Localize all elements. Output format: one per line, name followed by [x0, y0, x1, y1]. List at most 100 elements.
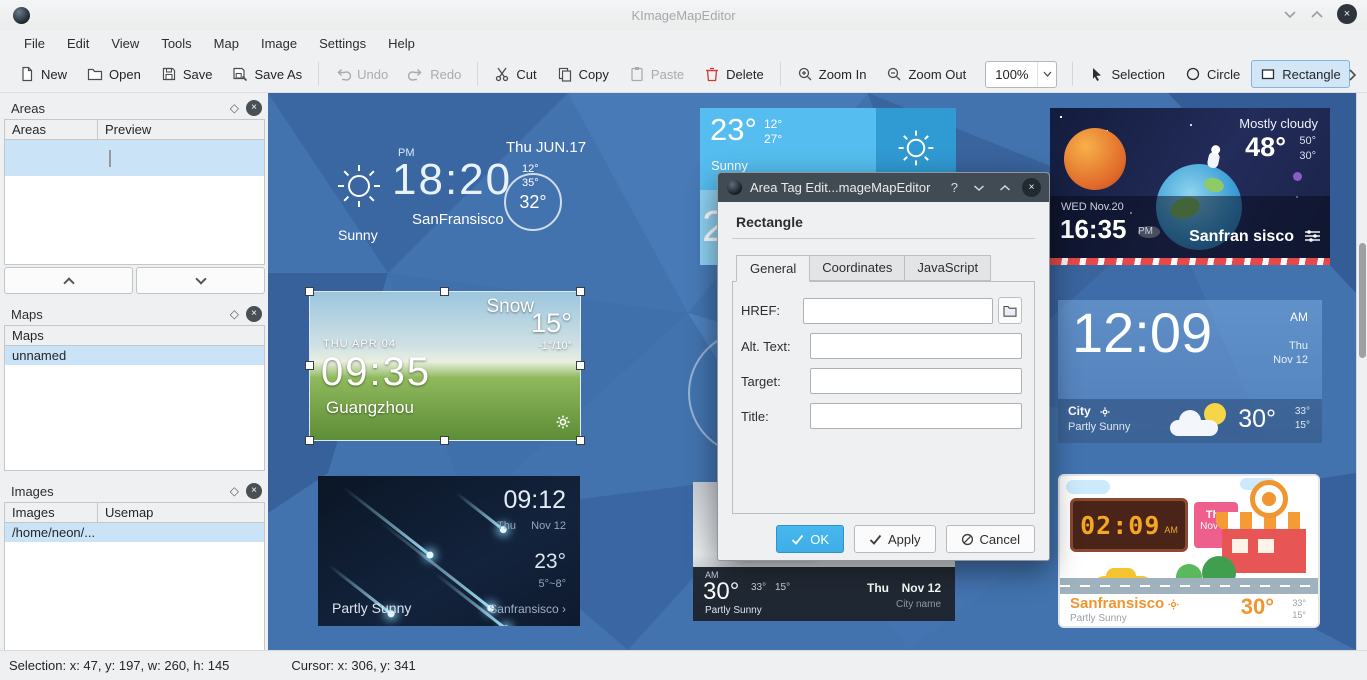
date-label: THU APR 04	[323, 338, 396, 350]
menu-file[interactable]: File	[13, 32, 56, 55]
zoom-level-combobox[interactable]: 100%	[985, 61, 1057, 88]
toolbar-overflow-button[interactable]	[1341, 63, 1363, 87]
area-preview-thumbnail	[109, 150, 111, 167]
chevron-down-icon	[195, 273, 206, 284]
clock-time: 09:12	[503, 486, 566, 515]
cancel-button[interactable]: Cancel	[946, 525, 1035, 553]
dialog-help-button[interactable]: ?	[947, 180, 962, 195]
menu-settings[interactable]: Settings	[308, 32, 377, 55]
selection-handle-nw[interactable]	[305, 287, 314, 296]
dialog-close-button[interactable]: ×	[1022, 178, 1041, 197]
settings-sliders-icon	[1305, 230, 1320, 245]
weather-widget-sanfransisco-clock[interactable]: PM 18:20 Thu JUN.17 12° 35° 32° SanFrans…	[308, 111, 598, 261]
tab-javascript[interactable]: JavaScript	[904, 255, 991, 281]
cut-button[interactable]: Cut	[485, 60, 545, 88]
close-panel-button[interactable]: ×	[246, 100, 262, 116]
undo-button[interactable]: Undo	[326, 60, 397, 88]
statusbar: Selection: x: 47, y: 197, w: 260, h: 145…	[0, 650, 1367, 680]
date-label: Nov 12	[902, 581, 941, 595]
menu-tools[interactable]: Tools	[150, 32, 202, 55]
city-label: Guangzhou	[326, 398, 414, 418]
close-panel-button[interactable]: ×	[246, 483, 262, 499]
weather-widget-planet[interactable]: Mostly cloudy 48° 50° 30° WED Nov.20 16:…	[1050, 108, 1330, 265]
area-list-item[interactable]	[5, 140, 264, 176]
selection-handle-ne[interactable]	[576, 287, 585, 296]
target-input[interactable]	[810, 368, 1022, 394]
selection-handle-w[interactable]	[305, 361, 314, 370]
dialog-app-icon	[727, 180, 742, 195]
href-browse-button[interactable]	[998, 297, 1022, 324]
close-panel-button[interactable]: ×	[246, 306, 262, 322]
dialog-maximize-button[interactable]	[996, 184, 1014, 192]
weather-widget-cartoon[interactable]: 02:09 AM Thu Nov 12 Sanfransisco Partly …	[1058, 474, 1320, 628]
title-input[interactable]	[810, 403, 1022, 429]
circle-shape-icon	[1185, 66, 1201, 82]
apply-button[interactable]: Apply	[854, 525, 936, 553]
menu-view[interactable]: View	[100, 32, 150, 55]
minimize-button[interactable]	[1283, 9, 1297, 19]
selection-handle-e[interactable]	[576, 361, 585, 370]
high-temp: 33°	[1292, 598, 1306, 608]
save-as-button[interactable]: Save As	[223, 60, 311, 88]
city-label: City name	[896, 599, 941, 610]
weather-widget-overlay-clock[interactable]: 12:09 AM Thu Nov 12 City Partly Sunny 30…	[1058, 300, 1322, 443]
circle-tool-button[interactable]: Circle	[1176, 60, 1249, 88]
window-titlebar[interactable]: KImageMapEditor ×	[0, 0, 1367, 30]
tab-coordinates[interactable]: Coordinates	[809, 255, 905, 281]
copy-icon	[557, 66, 573, 82]
selection-handle-sw[interactable]	[305, 436, 314, 445]
dialog-minimize-button[interactable]	[970, 184, 988, 192]
scrollbar-thumb[interactable]	[1359, 243, 1366, 358]
rectangle-tool-button[interactable]: Rectangle	[1251, 60, 1350, 88]
usemap-column-header[interactable]: Usemap	[98, 503, 264, 522]
save-as-icon	[232, 66, 248, 82]
menu-edit[interactable]: Edit	[56, 32, 100, 55]
preview-column-header[interactable]: Preview	[98, 120, 264, 139]
image-list-item[interactable]: /home/neon/...	[5, 523, 264, 542]
vertical-scrollbar[interactable]	[1356, 93, 1367, 650]
href-label: HREF:	[741, 303, 798, 318]
ok-button[interactable]: OK	[776, 525, 844, 553]
delete-button[interactable]: Delete	[695, 60, 773, 88]
areas-list: Areas Preview	[4, 119, 265, 265]
move-area-up-button[interactable]	[4, 267, 133, 294]
tab-general[interactable]: General	[736, 255, 810, 282]
menu-image[interactable]: Image	[250, 32, 308, 55]
city-label: City	[1068, 404, 1091, 418]
move-area-down-button[interactable]	[136, 267, 265, 294]
weather-widget-guangzhou-selected[interactable]: Snow 15° -1°/10° THU APR 04 09:35 Guangz…	[310, 292, 580, 440]
zoom-in-icon	[797, 66, 813, 82]
dialog-title: Area Tag Edit...mageMapEditor	[750, 180, 939, 195]
selection-tool-button[interactable]: Selection	[1080, 60, 1173, 88]
menu-map[interactable]: Map	[203, 32, 250, 55]
float-panel-icon[interactable]: ◇	[230, 308, 239, 320]
maps-column-header[interactable]: Maps	[5, 326, 264, 345]
selection-status: Selection: x: 47, y: 197, w: 260, h: 145	[9, 658, 229, 673]
weather-widget-comets[interactable]: 09:12 Thu Nov 12 23° 5°~8° Partly Sunny …	[318, 476, 580, 626]
new-button[interactable]: New	[10, 60, 76, 88]
float-panel-icon[interactable]: ◇	[230, 485, 239, 497]
selection-handle-se[interactable]	[576, 436, 585, 445]
copy-button[interactable]: Copy	[548, 60, 618, 88]
close-button[interactable]: ×	[1337, 4, 1357, 24]
images-column-header[interactable]: Images	[5, 503, 98, 522]
save-button[interactable]: Save	[152, 60, 222, 88]
dialog-titlebar[interactable]: Area Tag Edit...mageMapEditor ? ×	[718, 173, 1049, 202]
map-list-item[interactable]: unnamed	[5, 346, 264, 365]
paste-button[interactable]: Paste	[620, 60, 693, 88]
cursor-status: Cursor: x: 306, y: 341	[291, 658, 415, 673]
selection-handle-n[interactable]	[440, 287, 449, 296]
zoom-in-button[interactable]: Zoom In	[788, 60, 876, 88]
sun-cloud-icon	[1170, 403, 1234, 439]
redo-button[interactable]: Redo	[399, 60, 470, 88]
day-label: Thu	[497, 520, 516, 532]
selection-handle-s[interactable]	[440, 436, 449, 445]
alt-text-input[interactable]	[810, 333, 1022, 359]
maximize-button[interactable]	[1310, 9, 1324, 19]
float-panel-icon[interactable]: ◇	[230, 102, 239, 114]
areas-column-header[interactable]: Areas	[5, 120, 98, 139]
href-input[interactable]	[803, 298, 993, 324]
menu-help[interactable]: Help	[377, 32, 426, 55]
zoom-out-button[interactable]: Zoom Out	[877, 60, 975, 88]
open-button[interactable]: Open	[78, 60, 150, 88]
